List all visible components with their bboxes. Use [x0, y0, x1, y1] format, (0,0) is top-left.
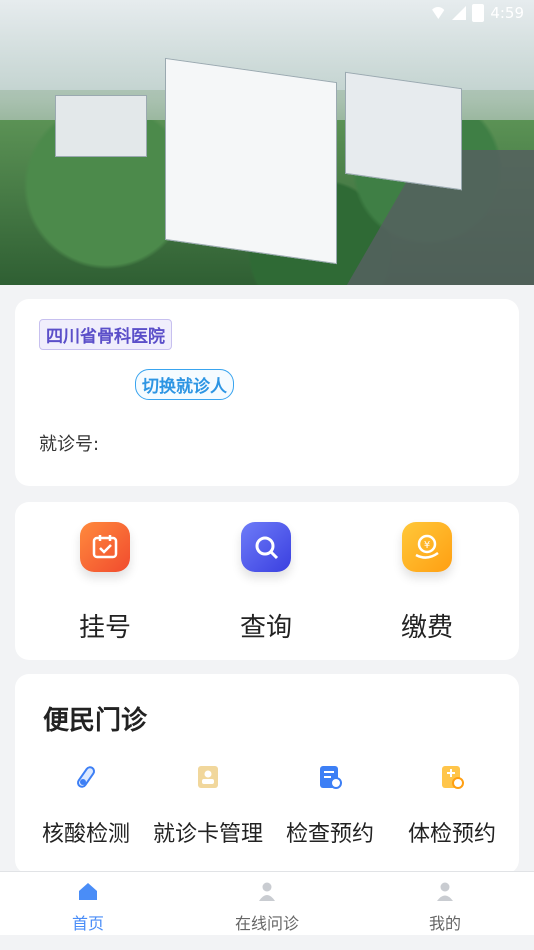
switch-patient-button[interactable]: 切换就诊人: [135, 369, 234, 400]
bottom-safe-area: [0, 935, 534, 950]
services-card: 便民门诊 核酸检测 就诊卡管理 检查预约 体检预约: [15, 674, 519, 874]
status-time: 4:59: [490, 4, 524, 22]
quick-functions-card: 挂号 查询 ¥ 缴费: [15, 502, 519, 660]
payment-icon: ¥: [402, 522, 452, 572]
tab-mine[interactable]: 我的: [385, 880, 505, 934]
patient-card: 四川省骨科医院 切换就诊人 就诊号:: [15, 299, 519, 486]
banner-building-main: [165, 57, 337, 265]
services-title: 便民门诊: [43, 706, 148, 736]
visit-number-label: 就诊号:: [39, 434, 100, 455]
service-label: 检查预约: [285, 822, 374, 847]
banner-building-side: [345, 71, 462, 191]
payment-label: 缴费: [400, 613, 453, 643]
doctor-icon: [259, 882, 275, 901]
service-label: 体检预约: [407, 822, 496, 847]
service-nucleic-test[interactable]: 核酸检测: [23, 764, 149, 848]
payment-button[interactable]: ¥ 缴费: [367, 522, 487, 644]
banner-building-left: [55, 95, 147, 157]
tab-label: 我的: [428, 914, 461, 933]
svg-text:¥: ¥: [424, 540, 430, 551]
wifi-icon: [430, 7, 447, 19]
query-button[interactable]: 查询: [206, 522, 326, 644]
service-label: 就诊卡管理: [152, 822, 263, 847]
home-icon: [79, 883, 97, 900]
service-physical-booking[interactable]: 体检预约: [389, 764, 515, 848]
service-exam-booking[interactable]: 检查预约: [267, 764, 393, 848]
query-label: 查询: [239, 613, 292, 643]
tab-home[interactable]: 首页: [28, 880, 148, 934]
hospital-name-badge: 四川省骨科医院: [39, 319, 172, 350]
user-icon: [437, 882, 453, 901]
search-icon: [241, 522, 291, 572]
id-card-icon: [198, 766, 218, 788]
register-label: 挂号: [78, 613, 131, 643]
service-card-management[interactable]: 就诊卡管理: [145, 764, 271, 848]
calendar-icon: [80, 522, 130, 572]
tab-label: 在线问诊: [234, 914, 299, 933]
tab-label: 首页: [71, 914, 104, 933]
hospital-banner-image: 4:59: [0, 0, 534, 285]
battery-icon: [472, 4, 485, 22]
medical-doc-icon: [442, 766, 464, 789]
status-bar: 4:59: [430, 4, 524, 22]
service-label: 核酸检测: [41, 822, 130, 847]
tab-online-consult[interactable]: 在线问诊: [207, 880, 327, 934]
signal-icon: [452, 6, 467, 20]
report-clock-icon: [320, 766, 342, 789]
bottom-tab-bar: 首页 在线问诊 我的: [0, 871, 534, 936]
test-tube-icon: [76, 766, 96, 788]
register-button[interactable]: 挂号: [45, 522, 165, 644]
